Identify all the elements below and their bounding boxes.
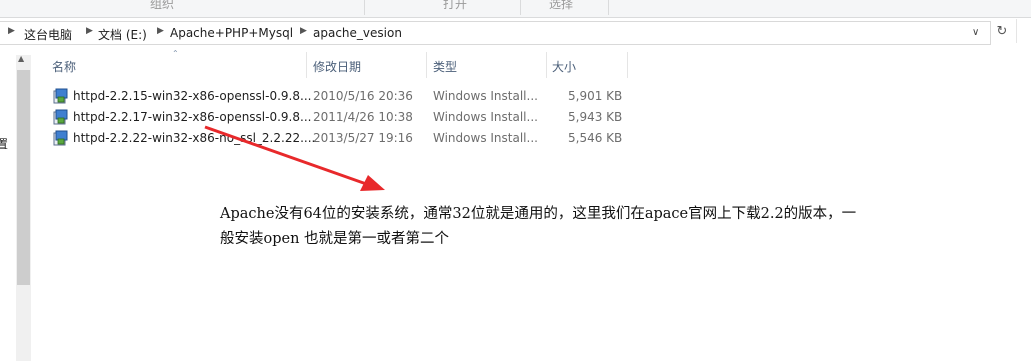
annotation-arrow xyxy=(204,125,385,191)
annotation-line-2: 般安装open 也就是第一或者第二个 xyxy=(220,231,450,247)
annotation-line-1: Apache没有64位的安装系统，通常32位就是通用的，这里我们在apace官网… xyxy=(220,206,857,222)
annotation-text: Apache没有64位的安装系统，通常32位就是通用的，这里我们在apace官网… xyxy=(220,202,1025,252)
